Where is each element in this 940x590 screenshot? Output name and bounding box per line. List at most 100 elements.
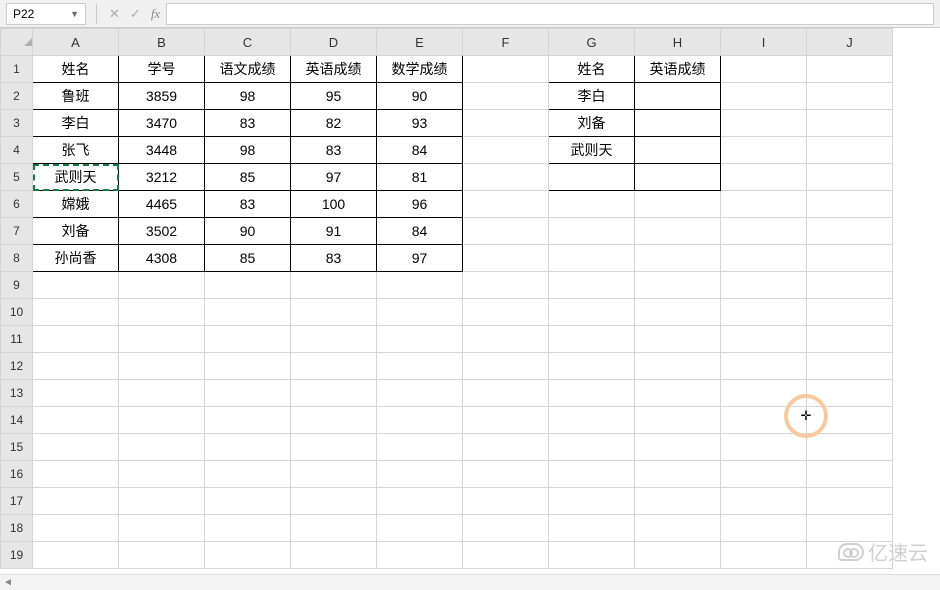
cell-G18[interactable] bbox=[549, 515, 635, 542]
cell-F2[interactable] bbox=[463, 83, 549, 110]
cell-B11[interactable] bbox=[119, 326, 205, 353]
cell-F18[interactable] bbox=[463, 515, 549, 542]
cell-I5[interactable] bbox=[721, 164, 807, 191]
cell-J14[interactable] bbox=[807, 407, 893, 434]
cell-G9[interactable] bbox=[549, 272, 635, 299]
row-header-5[interactable]: 5 bbox=[1, 164, 33, 191]
column-header-D[interactable]: D bbox=[291, 29, 377, 56]
cell-H13[interactable] bbox=[635, 380, 721, 407]
cell-B15[interactable] bbox=[119, 434, 205, 461]
cell-C1[interactable]: 语文成绩 bbox=[205, 56, 291, 83]
cell-E6[interactable]: 96 bbox=[377, 191, 463, 218]
cell-D10[interactable] bbox=[291, 299, 377, 326]
cell-B16[interactable] bbox=[119, 461, 205, 488]
cell-J10[interactable] bbox=[807, 299, 893, 326]
cell-J12[interactable] bbox=[807, 353, 893, 380]
row-header-12[interactable]: 12 bbox=[1, 353, 33, 380]
cell-D2[interactable]: 95 bbox=[291, 83, 377, 110]
cell-I7[interactable] bbox=[721, 218, 807, 245]
cell-D15[interactable] bbox=[291, 434, 377, 461]
cell-A6[interactable]: 嫦娥 bbox=[33, 191, 119, 218]
cell-A4[interactable]: 张飞 bbox=[33, 137, 119, 164]
cell-A16[interactable] bbox=[33, 461, 119, 488]
cell-C15[interactable] bbox=[205, 434, 291, 461]
cell-G6[interactable] bbox=[549, 191, 635, 218]
cell-D13[interactable] bbox=[291, 380, 377, 407]
cell-E15[interactable] bbox=[377, 434, 463, 461]
cell-I4[interactable] bbox=[721, 137, 807, 164]
cell-A11[interactable] bbox=[33, 326, 119, 353]
row-header-6[interactable]: 6 bbox=[1, 191, 33, 218]
horizontal-scrollbar[interactable]: ◄ bbox=[0, 574, 940, 590]
cell-C2[interactable]: 98 bbox=[205, 83, 291, 110]
cell-H16[interactable] bbox=[635, 461, 721, 488]
cell-E16[interactable] bbox=[377, 461, 463, 488]
cell-D3[interactable]: 82 bbox=[291, 110, 377, 137]
name-box-dropdown-icon[interactable]: ▼ bbox=[70, 9, 79, 19]
cell-J17[interactable] bbox=[807, 488, 893, 515]
cell-E12[interactable] bbox=[377, 353, 463, 380]
cell-G1[interactable]: 姓名 bbox=[549, 56, 635, 83]
cell-B5[interactable]: 3212 bbox=[119, 164, 205, 191]
row-header-15[interactable]: 15 bbox=[1, 434, 33, 461]
cell-E8[interactable]: 97 bbox=[377, 245, 463, 272]
spreadsheet-grid[interactable]: ABCDEFGHIJ1姓名学号语文成绩英语成绩数学成绩姓名英语成绩2鲁班3859… bbox=[0, 28, 940, 590]
cell-E7[interactable]: 84 bbox=[377, 218, 463, 245]
row-header-9[interactable]: 9 bbox=[1, 272, 33, 299]
cell-A10[interactable] bbox=[33, 299, 119, 326]
confirm-icon[interactable]: ✓ bbox=[130, 6, 141, 22]
row-header-19[interactable]: 19 bbox=[1, 542, 33, 569]
cell-G3[interactable]: 刘备 bbox=[549, 110, 635, 137]
cell-A2[interactable]: 鲁班 bbox=[33, 83, 119, 110]
cell-B4[interactable]: 3448 bbox=[119, 137, 205, 164]
cell-C14[interactable] bbox=[205, 407, 291, 434]
cell-B8[interactable]: 4308 bbox=[119, 245, 205, 272]
cell-D4[interactable]: 83 bbox=[291, 137, 377, 164]
cell-D9[interactable] bbox=[291, 272, 377, 299]
cell-H7[interactable] bbox=[635, 218, 721, 245]
cell-J18[interactable] bbox=[807, 515, 893, 542]
cell-C5[interactable]: 85 bbox=[205, 164, 291, 191]
cell-A18[interactable] bbox=[33, 515, 119, 542]
cell-E1[interactable]: 数学成绩 bbox=[377, 56, 463, 83]
column-header-C[interactable]: C bbox=[205, 29, 291, 56]
cell-A14[interactable] bbox=[33, 407, 119, 434]
cell-J3[interactable] bbox=[807, 110, 893, 137]
row-header-8[interactable]: 8 bbox=[1, 245, 33, 272]
cell-B1[interactable]: 学号 bbox=[119, 56, 205, 83]
cell-I2[interactable] bbox=[721, 83, 807, 110]
cell-F17[interactable] bbox=[463, 488, 549, 515]
cell-H10[interactable] bbox=[635, 299, 721, 326]
fx-icon[interactable]: fx bbox=[151, 6, 160, 22]
cell-I16[interactable] bbox=[721, 461, 807, 488]
scroll-left-icon[interactable]: ◄ bbox=[0, 575, 16, 590]
cell-F11[interactable] bbox=[463, 326, 549, 353]
cell-J9[interactable] bbox=[807, 272, 893, 299]
cell-B2[interactable]: 3859 bbox=[119, 83, 205, 110]
cell-I6[interactable] bbox=[721, 191, 807, 218]
cell-I17[interactable] bbox=[721, 488, 807, 515]
cell-J7[interactable] bbox=[807, 218, 893, 245]
row-header-17[interactable]: 17 bbox=[1, 488, 33, 515]
cell-F6[interactable] bbox=[463, 191, 549, 218]
cell-D18[interactable] bbox=[291, 515, 377, 542]
cancel-icon[interactable]: ✕ bbox=[109, 6, 120, 22]
cell-C11[interactable] bbox=[205, 326, 291, 353]
cell-C4[interactable]: 98 bbox=[205, 137, 291, 164]
cell-G10[interactable] bbox=[549, 299, 635, 326]
cell-E17[interactable] bbox=[377, 488, 463, 515]
cell-H18[interactable] bbox=[635, 515, 721, 542]
cell-H2[interactable] bbox=[635, 83, 721, 110]
row-header-11[interactable]: 11 bbox=[1, 326, 33, 353]
row-header-2[interactable]: 2 bbox=[1, 83, 33, 110]
cell-H15[interactable] bbox=[635, 434, 721, 461]
cell-D11[interactable] bbox=[291, 326, 377, 353]
cell-F13[interactable] bbox=[463, 380, 549, 407]
cell-F5[interactable] bbox=[463, 164, 549, 191]
cell-E4[interactable]: 84 bbox=[377, 137, 463, 164]
name-box[interactable]: P22 ▼ bbox=[6, 3, 86, 25]
cell-G2[interactable]: 李白 bbox=[549, 83, 635, 110]
cell-I3[interactable] bbox=[721, 110, 807, 137]
cell-C18[interactable] bbox=[205, 515, 291, 542]
cell-G8[interactable] bbox=[549, 245, 635, 272]
